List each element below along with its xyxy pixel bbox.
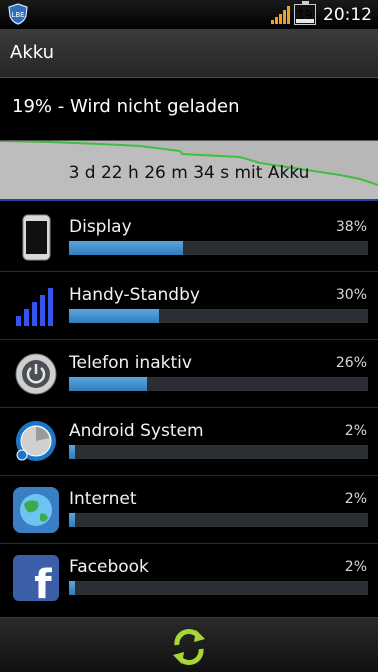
usage-row-display[interactable]: Display 38% (0, 204, 378, 272)
power-button-icon (15, 353, 57, 395)
facebook-icon: f (13, 555, 59, 604)
cell-signal-icon (16, 288, 53, 326)
usage-name: Handy-Standby (69, 285, 200, 305)
usage-bar-track (69, 581, 368, 595)
battery-usage-list: Display 38% Handy-Standby 30% Telefon in… (0, 204, 378, 612)
usage-percent: 2% (344, 423, 367, 439)
usage-percent: 30% (335, 287, 367, 303)
battery-history-graph[interactable]: 3 d 22 h 26 m 34 s mit Akku (0, 140, 378, 201)
usage-bar-track (69, 377, 368, 391)
usage-name: Android System (69, 421, 204, 441)
usage-percent: 2% (344, 491, 367, 507)
usage-bar-fill (69, 581, 75, 595)
usage-row-android-system[interactable]: Android System 2% (0, 408, 378, 476)
usage-percent: 26% (335, 355, 367, 371)
phone-display-icon (22, 214, 51, 261)
svg-text:f: f (34, 562, 52, 604)
usage-name: Facebook (69, 557, 149, 577)
usage-row-internet[interactable]: Internet 2% (0, 476, 378, 544)
usage-name: Display (69, 217, 132, 237)
title-bar: Akku (0, 29, 378, 78)
usage-row-telefon-inaktiv[interactable]: Telefon inaktiv 26% (0, 340, 378, 408)
usage-name: Internet (69, 489, 137, 509)
signal-strength-icon (270, 4, 292, 26)
battery-icon: 19 (294, 1, 316, 25)
status-bar: LBE 19 20:12 (0, 0, 378, 29)
usage-name: Telefon inaktiv (69, 353, 192, 373)
svg-text:LBE: LBE (11, 11, 24, 19)
usage-bar-fill (69, 513, 75, 527)
usage-bar-fill (69, 241, 183, 255)
usage-bar-track (69, 445, 368, 459)
status-clock: 20:12 (323, 4, 372, 25)
usage-bar-fill (69, 377, 147, 391)
usage-bar-track (69, 513, 368, 527)
lbe-shield-icon: LBE (8, 3, 28, 25)
globe-icon (13, 487, 59, 533)
usage-bar-fill (69, 445, 75, 459)
bottom-toolbar (0, 617, 378, 672)
page-title: Akku (10, 42, 55, 63)
usage-bar-track (69, 309, 368, 323)
usage-percent: 2% (344, 559, 367, 575)
usage-row-facebook[interactable]: f Facebook 2% (0, 544, 378, 612)
usage-bar-fill (69, 309, 159, 323)
android-system-icon (16, 421, 56, 461)
battery-duration-label: 3 d 22 h 26 m 34 s mit Akku (68, 163, 310, 183)
refresh-icon[interactable] (169, 627, 209, 667)
usage-percent: 38% (335, 219, 367, 235)
battery-status-text: 19% - Wird nicht geladen (12, 96, 240, 117)
usage-bar-track (69, 241, 368, 255)
usage-row-handy-standby[interactable]: Handy-Standby 30% (0, 272, 378, 340)
battery-level-text: 19 (297, 8, 313, 22)
